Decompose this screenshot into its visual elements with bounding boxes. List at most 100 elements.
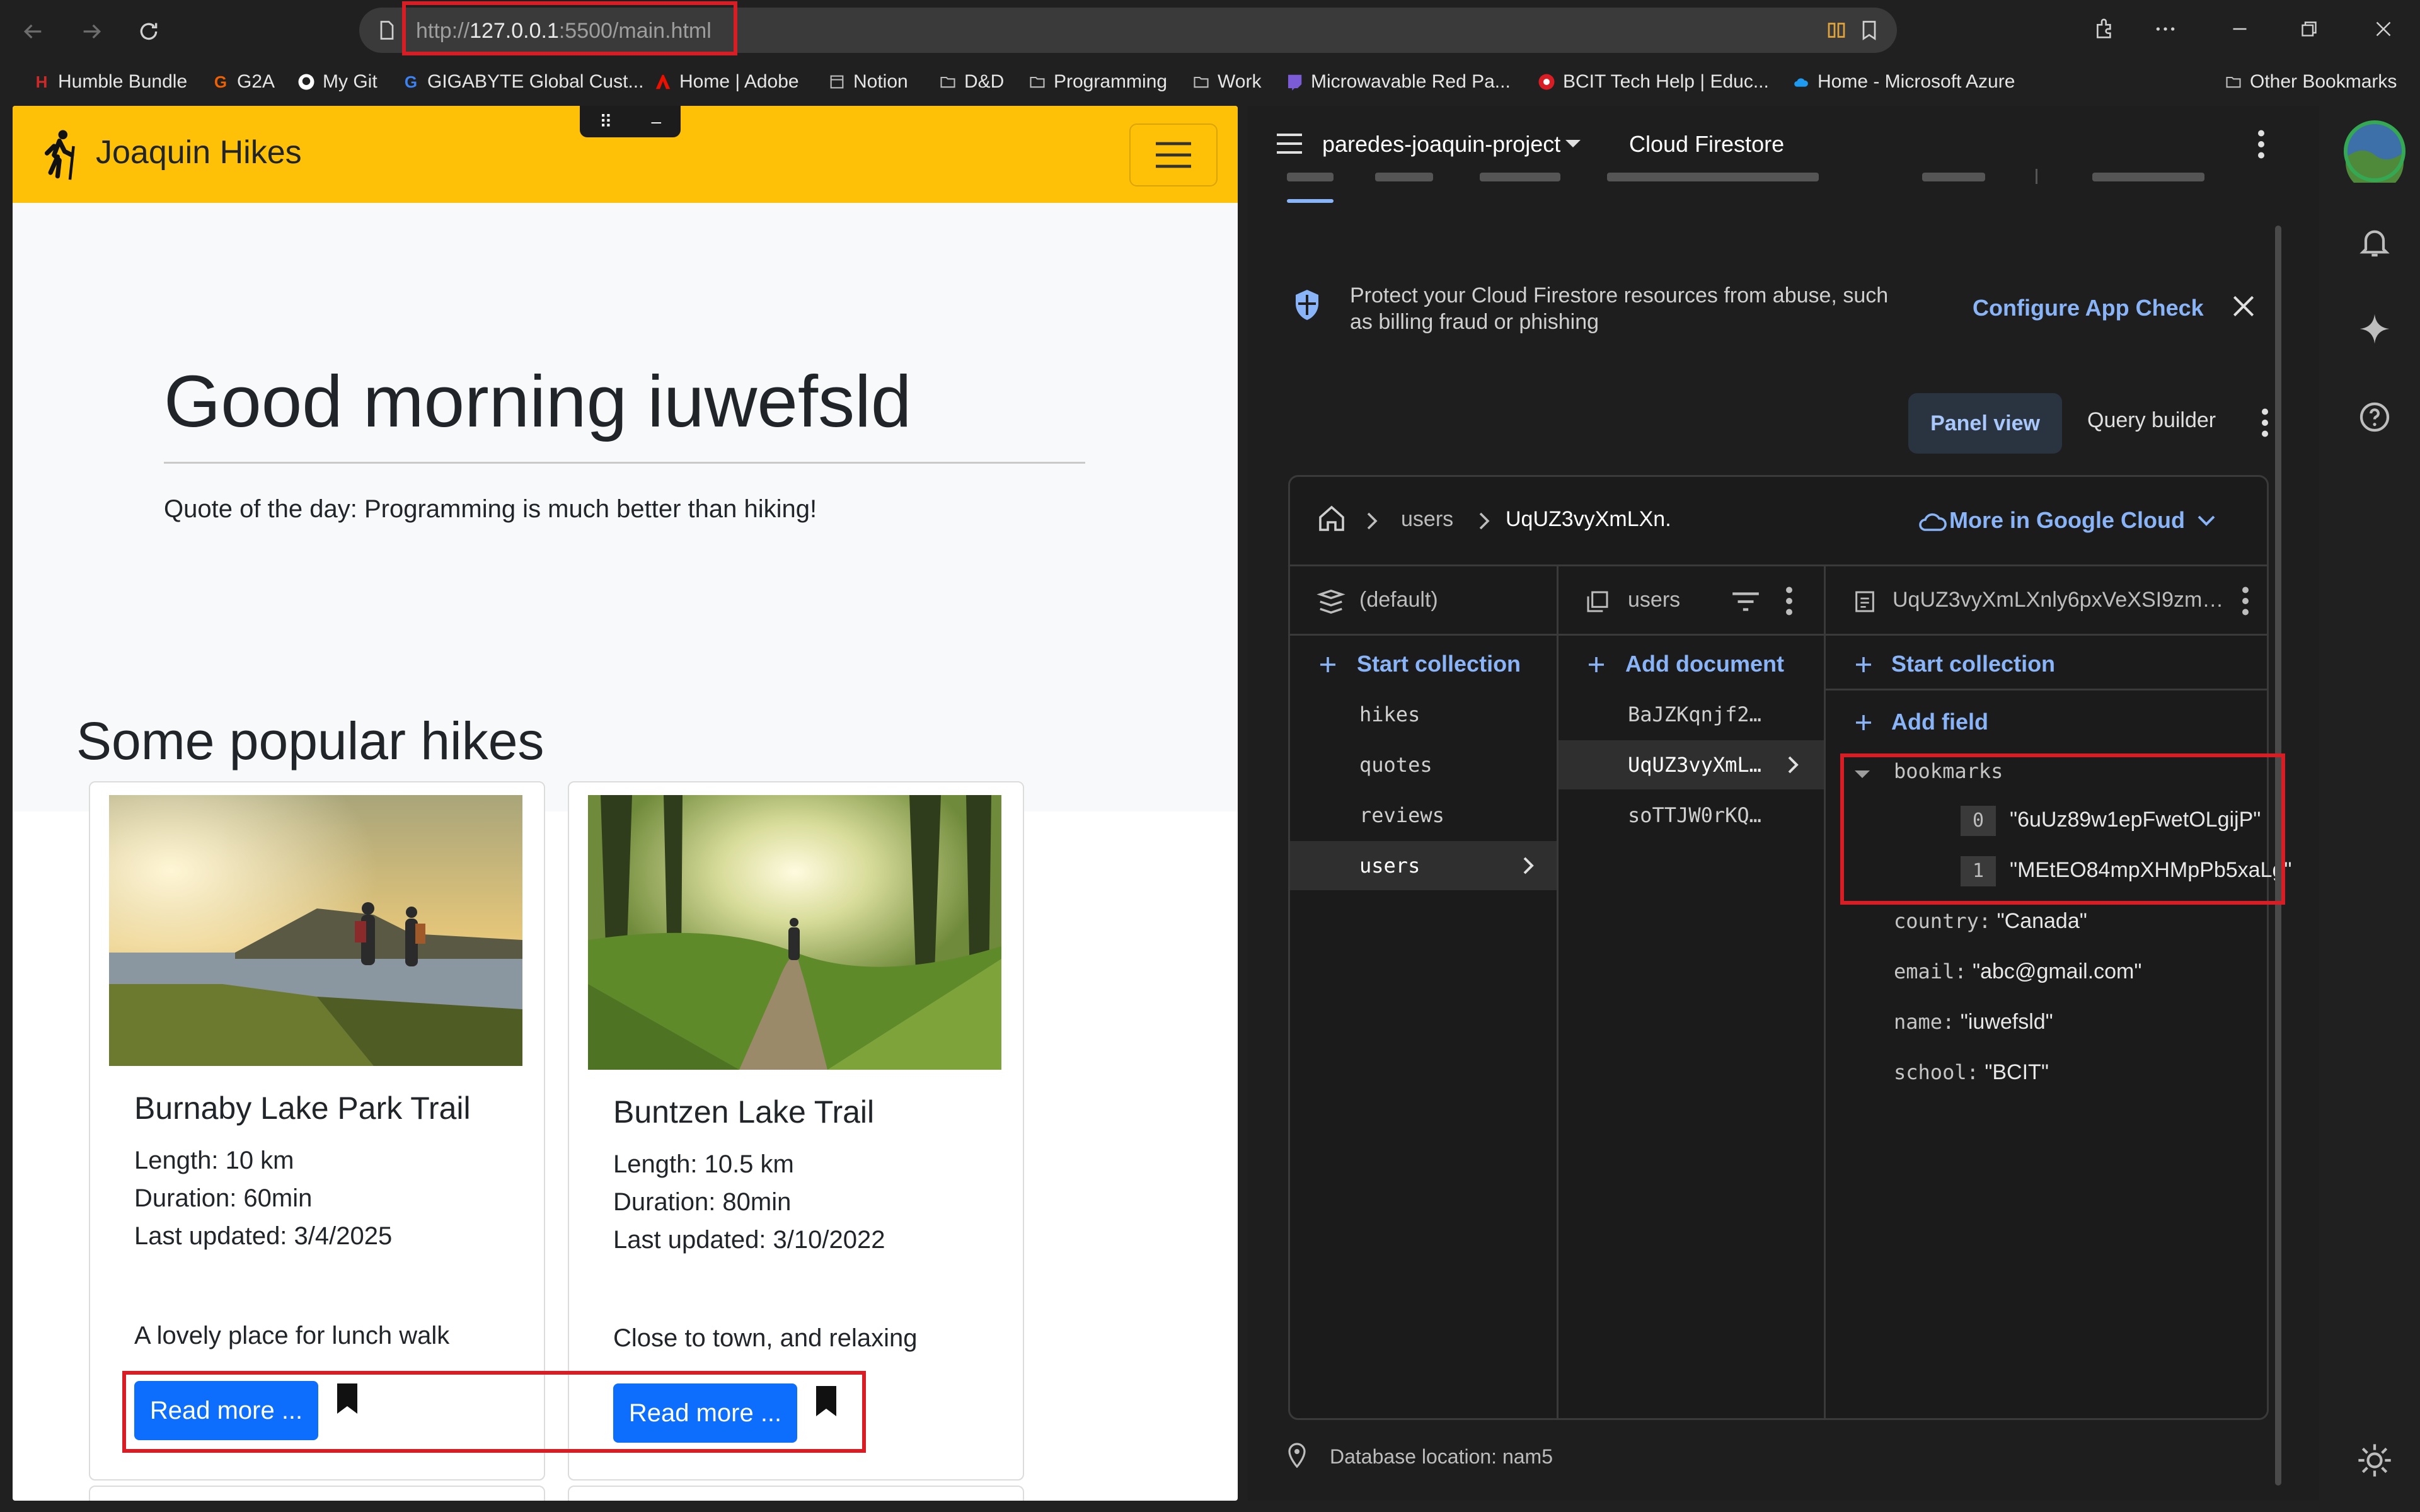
field-name[interactable]: name: "iuwefsld" — [1894, 1010, 2053, 1034]
chevron-down-icon[interactable] — [1564, 139, 1582, 150]
close-icon[interactable] — [2230, 292, 2257, 320]
add-document-button[interactable]: Add document — [1625, 651, 1784, 677]
navbar-toggle-button[interactable] — [1129, 123, 1218, 186]
reload-button[interactable] — [130, 13, 168, 50]
reader-view-icon[interactable] — [1825, 19, 1848, 42]
document-header: UqUZ3vyXmLXnly6pxVeXSI9zm… — [1826, 566, 2267, 636]
plus-icon[interactable] — [1852, 711, 1875, 734]
query-builder-button[interactable]: Query builder — [2087, 408, 2216, 433]
bookmark-folder-dnd[interactable]: D&D — [938, 68, 1004, 96]
gemini-sparkle-icon[interactable] — [2357, 311, 2392, 346]
bookmark-humble-bundle[interactable]: H Humble Bundle — [32, 68, 188, 96]
theme-toggle-icon[interactable] — [2357, 1443, 2392, 1478]
gigabyte-icon: G — [404, 72, 418, 91]
minimize-icon — [2233, 28, 2247, 30]
plus-icon[interactable] — [1585, 653, 1608, 676]
bookmark-gigabyte[interactable]: G GIGABYTE Global Cust... — [401, 68, 644, 96]
field-key: school: — [1894, 1060, 1979, 1084]
filter-icon[interactable] — [1730, 590, 1761, 613]
collection-item-users[interactable]: users — [1290, 841, 1557, 890]
field-school[interactable]: school: "BCIT" — [1894, 1060, 2049, 1085]
forward-arrow-icon — [83, 24, 101, 39]
favorites-icon[interactable] — [1858, 19, 1881, 42]
field-value: "BCIT" — [1985, 1060, 2049, 1084]
bookmark-notion[interactable]: Notion — [827, 68, 908, 96]
quote-of-the-day: Quote of the day: Programming is much be… — [164, 495, 817, 523]
bookmark-folder-work[interactable]: Work — [1191, 68, 1261, 96]
other-bookmarks[interactable]: Other Bookmarks — [2223, 68, 2397, 96]
bookmark-label: GIGABYTE Global Cust... — [427, 71, 644, 92]
more-vertical-icon[interactable] — [1784, 585, 1794, 617]
close-window-button[interactable] — [2366, 11, 2401, 47]
hero-divider — [164, 462, 1085, 464]
field-country[interactable]: country: "Canada" — [1894, 909, 2087, 934]
minimize-toolbar-icon[interactable]: – — [651, 112, 661, 132]
hamburger-icon[interactable] — [1274, 131, 1305, 156]
brand-name[interactable]: Joaquin Hikes — [96, 134, 302, 171]
forward-button[interactable] — [73, 13, 111, 50]
drag-handle-icon[interactable]: ⠿ — [599, 112, 613, 132]
start-collection-button[interactable]: Start collection — [1891, 651, 2055, 677]
bookmark-bcit[interactable]: BCIT Tech Help | Educ... — [1536, 68, 1769, 96]
more-vertical-icon[interactable] — [2260, 407, 2270, 438]
chevron-down-icon[interactable] — [2196, 513, 2216, 527]
bookmark-label: My Git — [323, 71, 377, 92]
bookmark-azure[interactable]: Home - Microsoft Azure — [1791, 68, 2015, 96]
hike-title: Buntzen Lake Trail — [613, 1094, 875, 1130]
database-header: (default) — [1290, 566, 1557, 636]
notion-icon — [827, 72, 847, 92]
extensions-button[interactable] — [2087, 11, 2123, 47]
browser-menu-button[interactable] — [2148, 11, 2183, 47]
console-tabs[interactable] — [1273, 169, 2269, 188]
document-item-selected[interactable]: UqUZ3vyXmL… — [1559, 740, 1824, 789]
collection-item-quotes[interactable]: quotes — [1290, 740, 1557, 789]
configure-app-check-link[interactable]: Configure App Check — [1973, 295, 2204, 321]
plus-icon[interactable] — [1317, 653, 1339, 676]
document-item[interactable]: soTTJW0rKQ… — [1559, 791, 1824, 840]
folder-icon — [1027, 72, 1047, 92]
floating-toolbar[interactable]: ⠿ – — [580, 106, 681, 137]
chevron-right-icon — [1523, 857, 1534, 874]
bookmarks-bar: H Humble Bundle G G2A My Git G GIGABYTE Glo… — [0, 62, 2420, 102]
start-collection-button[interactable]: Start collection — [1357, 651, 1521, 677]
bookmark-microwavable[interactable]: Microwavable Red Pa... — [1284, 68, 1511, 96]
more-in-google-cloud-button[interactable]: More in Google Cloud — [1949, 507, 2185, 534]
project-selector[interactable]: paredes-joaquin-project — [1322, 131, 1560, 158]
back-button[interactable] — [14, 13, 52, 50]
help-icon[interactable] — [2357, 399, 2392, 435]
hiker-icon[interactable] — [39, 129, 83, 181]
bookmark-my-git[interactable]: My Git — [296, 68, 377, 96]
database-icon — [1317, 589, 1345, 614]
document-item[interactable]: BaJZKqnjf2… — [1559, 690, 1824, 739]
field-key: name: — [1894, 1010, 1955, 1034]
bookmark-folder-programming[interactable]: Programming — [1027, 68, 1167, 96]
breadcrumb-document[interactable]: UqUZ3vyXmLXn. — [1506, 507, 1671, 532]
folder-icon — [938, 72, 958, 92]
avatar[interactable] — [2343, 120, 2406, 183]
restore-button[interactable] — [2291, 11, 2327, 47]
bookmark-adobe[interactable]: Home | Adobe — [653, 68, 799, 96]
add-field-button[interactable]: Add field — [1891, 709, 1988, 735]
collection-item-hikes[interactable]: hikes — [1290, 690, 1557, 739]
chevron-right-icon — [1788, 756, 1799, 774]
home-icon[interactable] — [1317, 503, 1347, 534]
more-vertical-icon[interactable] — [2256, 129, 2266, 160]
adobe-icon — [653, 72, 673, 92]
hike-title: Burnaby Lake Park Trail — [134, 1091, 471, 1126]
notifications-icon[interactable] — [2357, 224, 2392, 260]
more-vertical-icon[interactable] — [2240, 585, 2250, 617]
page-info-icon[interactable] — [376, 19, 398, 42]
field-email[interactable]: email: "abc@gmail.com" — [1894, 959, 2141, 984]
bookmark-label: Work — [1218, 71, 1262, 92]
bookmark-g2a[interactable]: G G2A — [210, 68, 275, 96]
breadcrumb-collection[interactable]: users — [1401, 507, 1453, 532]
panel-view-button[interactable]: Panel view — [1908, 393, 2062, 454]
bookmark-label: Humble Bundle — [58, 71, 188, 92]
folder-icon — [2223, 72, 2244, 92]
hike-length: Length: 10 km — [134, 1147, 294, 1174]
hike-image — [109, 795, 522, 1066]
breadcrumb: users UqUZ3vyXmLXn. More in Google Cloud — [1290, 477, 2267, 566]
collection-item-reviews[interactable]: reviews — [1290, 791, 1557, 840]
plus-icon[interactable] — [1852, 653, 1875, 676]
minimize-button[interactable] — [2222, 11, 2257, 47]
